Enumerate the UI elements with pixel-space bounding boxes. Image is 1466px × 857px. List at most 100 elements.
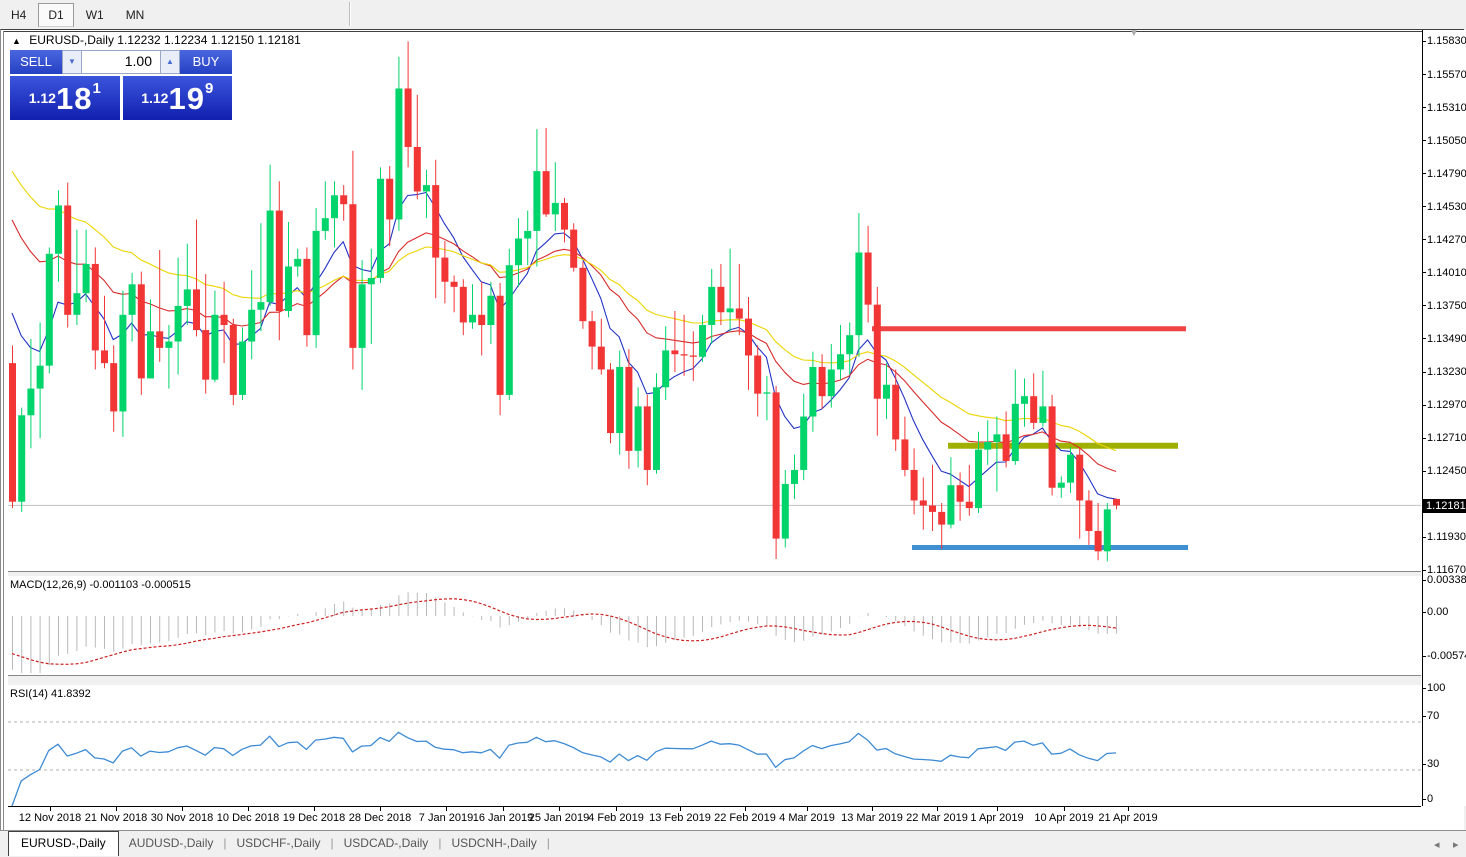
bull-candle bbox=[285, 266, 292, 311]
price-axis-tick bbox=[1422, 471, 1426, 472]
bull-candle bbox=[515, 239, 522, 266]
date-label: 28 Dec 2018 bbox=[349, 812, 411, 824]
bear-candle bbox=[598, 347, 605, 370]
bear-candle bbox=[156, 331, 163, 348]
bull-candle bbox=[984, 442, 991, 450]
bull-candle bbox=[487, 296, 494, 325]
date-tick bbox=[248, 807, 249, 811]
timeframe-tab-w1[interactable]: W1 bbox=[76, 3, 114, 27]
timeframe-tab-d1[interactable]: D1 bbox=[38, 3, 73, 27]
buy-button[interactable]: BUY bbox=[180, 50, 232, 74]
date-label: 25 Jan 2019 bbox=[529, 812, 590, 824]
date-tick bbox=[872, 807, 873, 811]
price-axis-label: 1.15830 bbox=[1427, 35, 1466, 47]
bull-candle bbox=[699, 325, 706, 357]
bull-candle bbox=[147, 331, 154, 378]
bull-candle bbox=[27, 389, 34, 416]
date-label: 21 Nov 2018 bbox=[85, 812, 147, 824]
date-label: 12 Nov 2018 bbox=[19, 812, 81, 824]
bull-candle bbox=[395, 88, 402, 219]
rsi-panel-svg[interactable] bbox=[8, 686, 1421, 806]
macd-axis-tick bbox=[1422, 612, 1426, 613]
bull-candle bbox=[727, 308, 734, 312]
rsi-axis-label: 100 bbox=[1427, 682, 1445, 694]
collapse-triangle-icon[interactable]: ▲ bbox=[12, 36, 21, 46]
bear-candle bbox=[754, 356, 761, 394]
bear-candle bbox=[432, 185, 439, 257]
price-axis-label: 1.14270 bbox=[1427, 234, 1466, 246]
tab-scroll-left-icon[interactable]: ◂ bbox=[1434, 838, 1440, 851]
chart-shift-marker-icon[interactable]: ▼ bbox=[1129, 28, 1139, 39]
date-tick bbox=[1064, 807, 1065, 811]
tab-separator: | bbox=[547, 836, 550, 850]
bear-candle bbox=[644, 406, 651, 470]
bear-candle bbox=[865, 253, 872, 305]
tab-scroll-right-icon[interactable]: ▸ bbox=[1453, 838, 1459, 851]
date-tick bbox=[997, 807, 998, 811]
symbol-tab-usdcnh[interactable]: USDCNH-,Daily bbox=[441, 832, 546, 855]
bear-candle bbox=[1049, 406, 1056, 487]
bull-candle bbox=[809, 367, 816, 417]
bear-candle bbox=[819, 367, 826, 396]
bull-candle bbox=[855, 253, 862, 336]
date-label: 30 Nov 2018 bbox=[151, 812, 213, 824]
bull-candle bbox=[257, 302, 264, 310]
date-label: 16 Jan 2019 bbox=[473, 812, 534, 824]
timeframe-tab-h4[interactable]: H4 bbox=[1, 3, 36, 27]
symbol-tab-eurusd[interactable]: EURUSD-,Daily bbox=[8, 831, 119, 856]
bear-candle bbox=[193, 289, 200, 330]
bear-candle bbox=[478, 315, 485, 325]
bear-candle bbox=[929, 506, 936, 512]
sell-button[interactable]: SELL bbox=[10, 50, 62, 74]
bull-candle bbox=[708, 287, 715, 325]
symbol-tab-audusd[interactable]: AUDUSD-,Daily bbox=[119, 832, 224, 855]
volume-decrease-button[interactable]: ▼ bbox=[62, 50, 82, 74]
panel-divider[interactable] bbox=[8, 675, 1421, 686]
price-axis-tick bbox=[1422, 405, 1426, 406]
bear-candle bbox=[570, 230, 577, 268]
bull-candle bbox=[46, 254, 53, 366]
bull-candle bbox=[368, 278, 375, 284]
volume-input[interactable]: 1.00 bbox=[82, 50, 160, 74]
bull-candle bbox=[653, 387, 660, 470]
date-label: 4 Feb 2019 bbox=[588, 812, 644, 824]
timeframe-toolbar: H4D1W1MN bbox=[0, 0, 1466, 29]
bear-candle bbox=[681, 354, 688, 355]
volume-increase-button[interactable]: ▲ bbox=[160, 50, 180, 74]
price-axis-tick bbox=[1422, 107, 1426, 108]
bear-candle bbox=[911, 470, 918, 501]
bull-candle bbox=[55, 205, 62, 253]
price-axis-tick bbox=[1422, 239, 1426, 240]
rsi-axis-tick bbox=[1422, 688, 1426, 689]
bull-candle bbox=[1104, 509, 1111, 551]
bear-candle bbox=[101, 350, 108, 363]
bull-candle bbox=[1012, 404, 1019, 461]
macd-panel-svg[interactable] bbox=[8, 577, 1421, 675]
bear-candle bbox=[202, 330, 209, 380]
toolbar-separator bbox=[349, 2, 350, 26]
symbol-tab-usdcad[interactable]: USDCAD-,Daily bbox=[334, 832, 439, 855]
bear-candle bbox=[589, 321, 596, 346]
symbol-tab-bar: EURUSD-,DailyAUDUSD-,Daily | USDCHF-,Daily… bbox=[0, 830, 1466, 857]
bear-candle bbox=[543, 171, 550, 214]
bear-candle bbox=[773, 392, 780, 538]
symbol-tab-usdchf[interactable]: USDCHF-,Daily bbox=[227, 832, 331, 855]
timeframe-tab-mn[interactable]: MN bbox=[116, 3, 155, 27]
bull-candle bbox=[800, 417, 807, 470]
buy-price-box[interactable]: 1.12199 bbox=[123, 76, 233, 120]
bear-candle bbox=[901, 439, 908, 470]
bull-candle bbox=[552, 203, 559, 214]
price-axis-label: 1.14010 bbox=[1427, 267, 1466, 279]
bear-candle bbox=[386, 179, 393, 220]
bull-candle bbox=[947, 485, 954, 524]
date-tick bbox=[937, 807, 938, 811]
price-axis-tick bbox=[1422, 41, 1426, 42]
bear-candle bbox=[138, 284, 145, 378]
bear-candle bbox=[607, 369, 614, 433]
bull-candle bbox=[248, 310, 255, 342]
sell-price-box[interactable]: 1.12181 bbox=[10, 76, 120, 120]
bull-candle bbox=[791, 470, 798, 484]
rsi-label: RSI(14) 41.8392 bbox=[10, 688, 91, 700]
bull-candle bbox=[331, 195, 338, 218]
date-tick bbox=[380, 807, 381, 811]
